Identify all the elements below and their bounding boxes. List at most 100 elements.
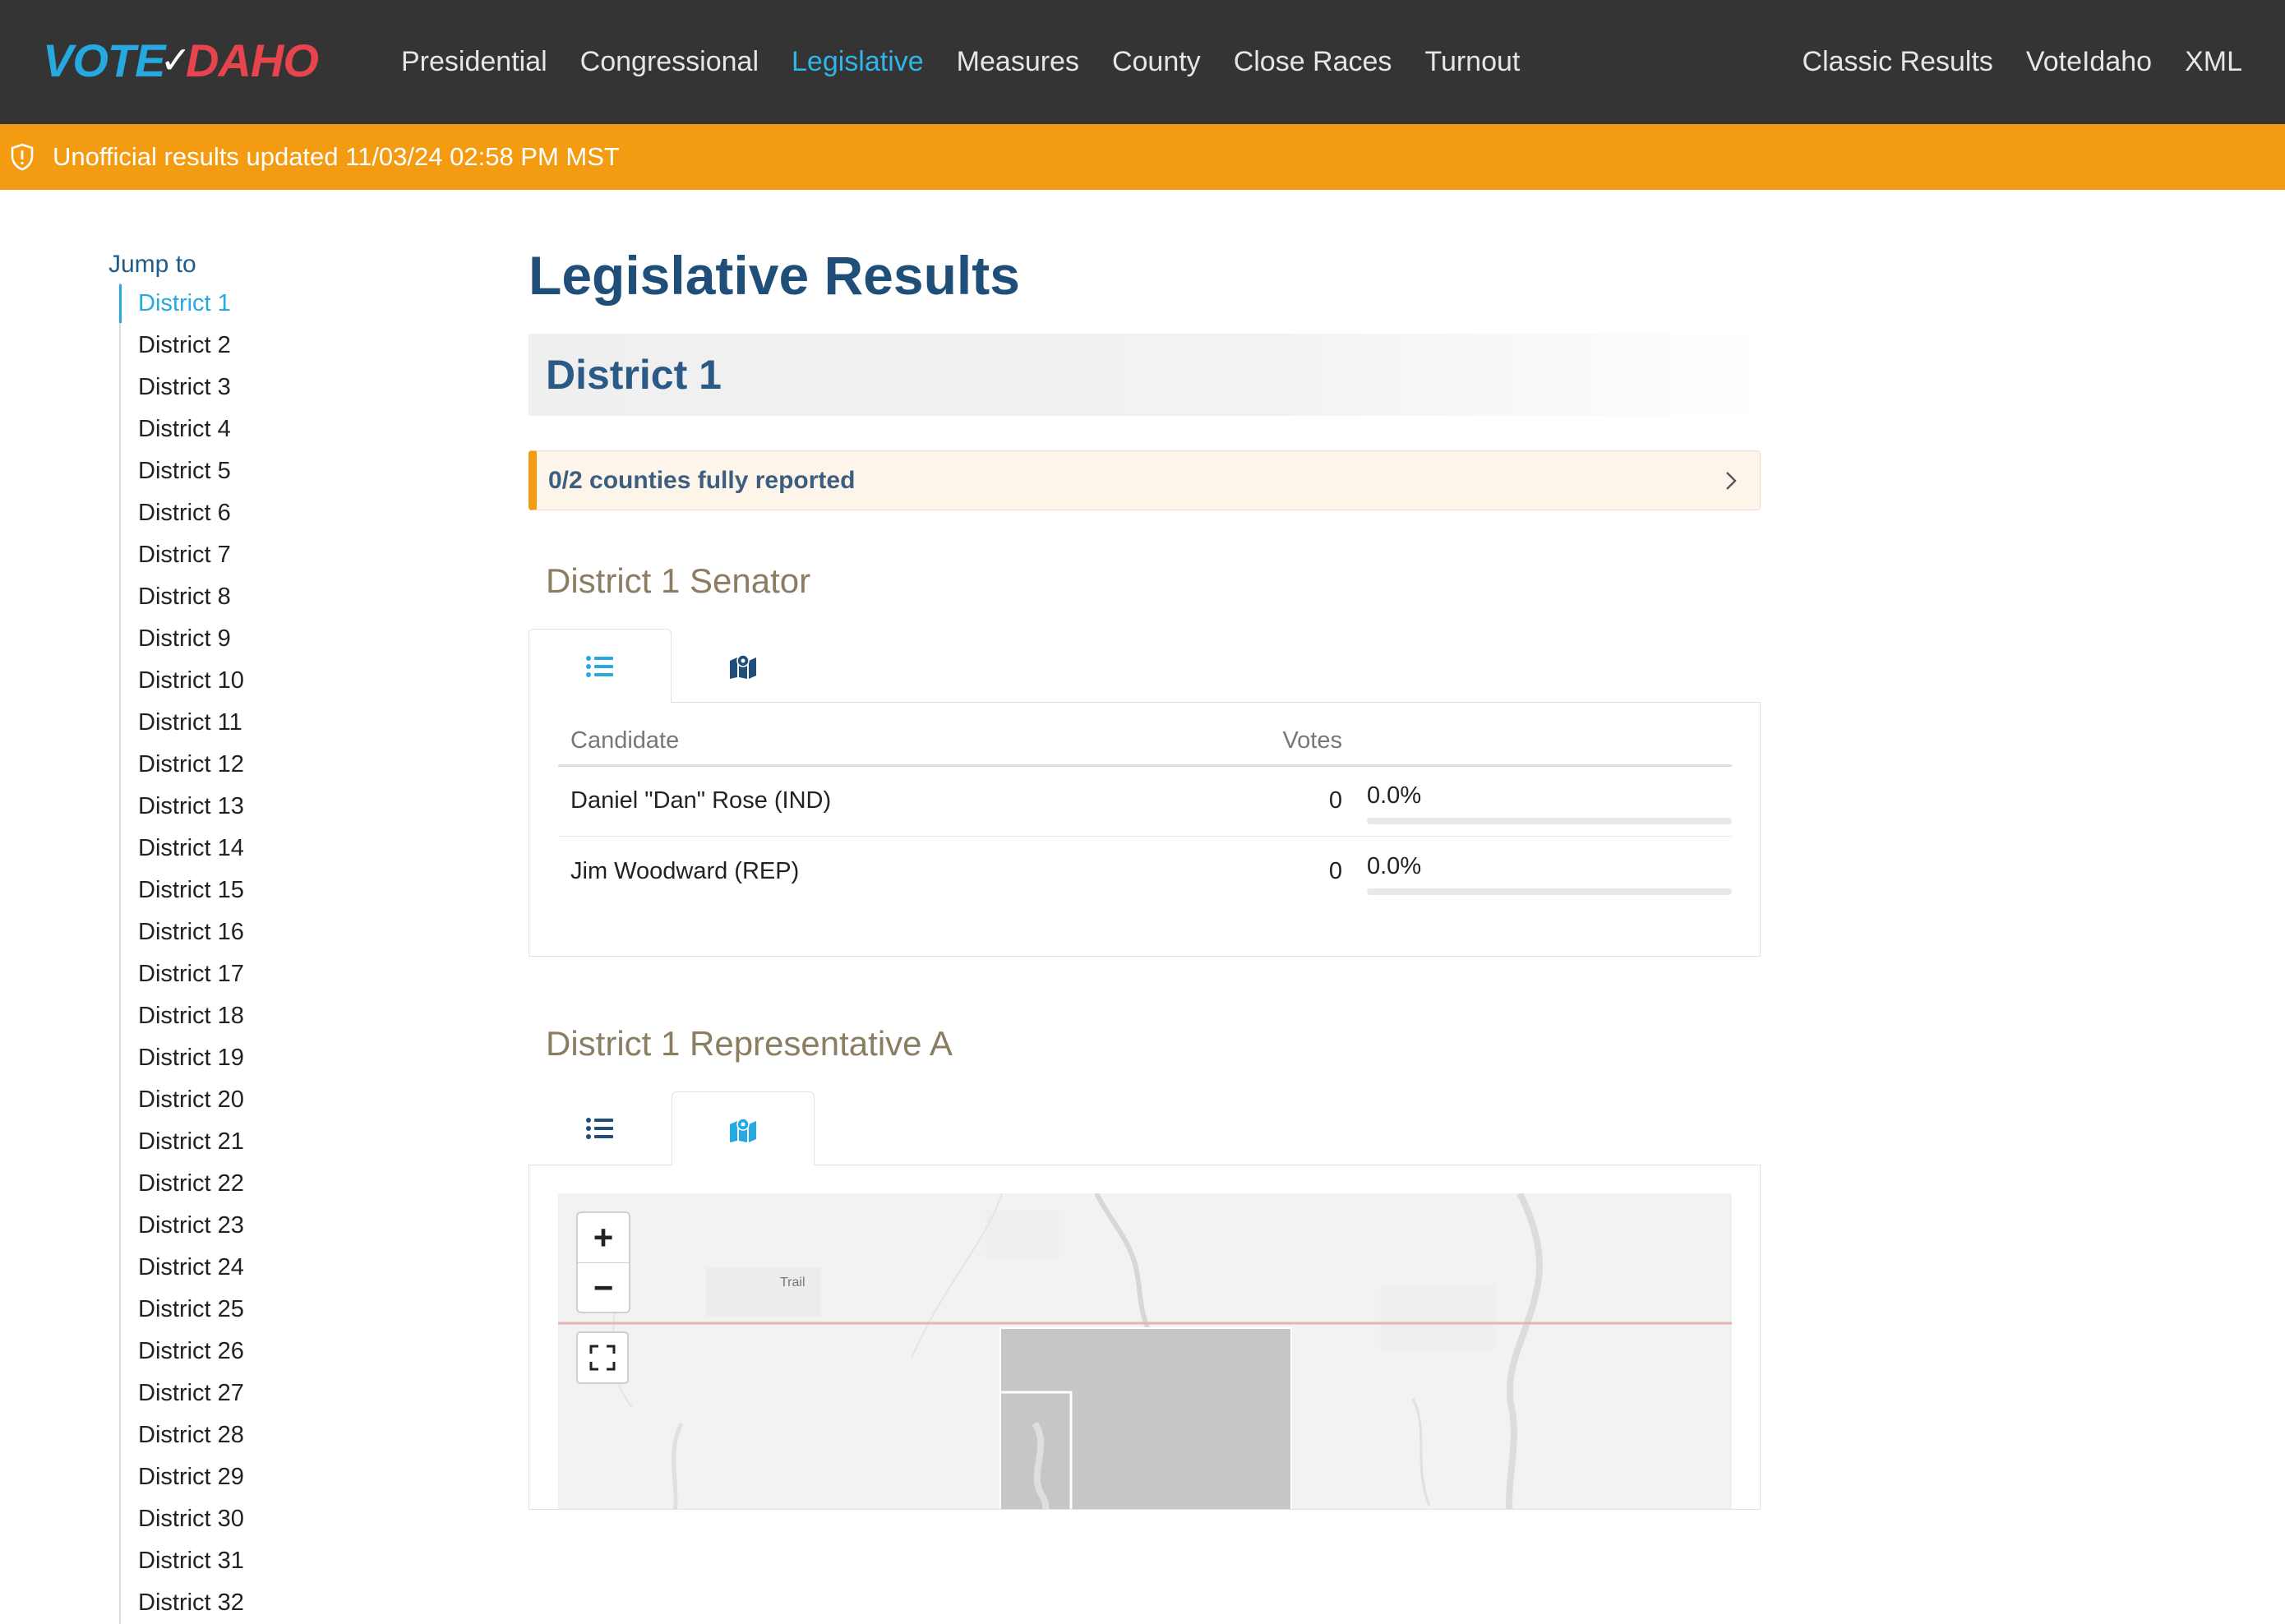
sidebar-item-district-13[interactable]: District 13 [121,786,454,828]
sidebar-item-district-9[interactable]: District 9 [121,618,454,660]
sidebar-item-district-11[interactable]: District 11 [121,702,454,744]
sidebar-item-district-4[interactable]: District 4 [121,408,454,450]
candidate-name: Jim Woodward (REP) [570,857,800,884]
sidebar-item-district-7[interactable]: District 7 [121,534,454,576]
candidate-percent: 0.0% [1367,782,1422,809]
logo-vote-text: VOTE [43,34,165,86]
sidebar-item-district-24[interactable]: District 24 [121,1247,454,1289]
sidebar-item-district-3[interactable]: District 3 [121,367,454,408]
fullscreen-icon [589,1345,616,1371]
nav-congressional[interactable]: Congressional [564,46,775,78]
sidebar-item-district-15[interactable]: District 15 [121,870,454,911]
race-2-tabs [529,1091,1761,1165]
nav-measures[interactable]: Measures [940,46,1096,78]
tab-list-view[interactable] [529,1091,672,1165]
table-row: Jim Woodward (REP) 0 0.0% [558,836,1732,907]
district-list: District 1 District 2 District 3 Distric… [119,283,454,1624]
page-title: Legislative Results [529,245,1020,306]
map-icon [730,1117,756,1142]
list-icon [586,655,613,677]
sidebar-item-district-30[interactable]: District 30 [121,1498,454,1540]
sidebar-item-district-10[interactable]: District 10 [121,660,454,702]
sidebar-item-district-29[interactable]: District 29 [121,1456,454,1498]
vote-share-bar [1367,888,1732,895]
results-table: Candidate Votes Daniel "Dan" Rose (IND) … [558,717,1732,907]
race-1-results-panel: Candidate Votes Daniel "Dan" Rose (IND) … [529,702,1761,957]
sidebar-item-district-12[interactable]: District 12 [121,744,454,786]
map-icon [730,654,756,679]
nav-voteidaho[interactable]: VoteIdaho [2010,46,2168,78]
top-navbar: VOTE ✓ DAHO Presidential Congressional L… [0,0,2285,124]
unofficial-results-alert: Unofficial results updated 11/03/24 02:5… [0,124,2285,190]
race-1-tabs [529,629,1761,703]
tab-list-view[interactable] [529,629,672,703]
sidebar-item-district-18[interactable]: District 18 [121,995,454,1037]
sidebar-item-district-17[interactable]: District 17 [121,953,454,995]
sidebar-item-district-20[interactable]: District 20 [121,1079,454,1121]
map-place-label: Trail [780,1276,806,1290]
column-header-percent [1342,717,1732,767]
district-title: District 1 [546,352,722,398]
sidebar-item-district-26[interactable]: District 26 [121,1331,454,1373]
secondary-nav: Classic Results VoteIdaho XML [1786,0,2259,124]
sidebar-item-district-5[interactable]: District 5 [121,450,454,492]
fullscreen-button[interactable] [576,1331,629,1384]
logo-idaho-text: DAHO [186,34,319,86]
sidebar-item-district-22[interactable]: District 22 [121,1163,454,1205]
sidebar-item-district-25[interactable]: District 25 [121,1289,454,1331]
sidebar-item-district-16[interactable]: District 16 [121,911,454,953]
sidebar-item-district-1[interactable]: District 1 [119,283,454,325]
main-content: Legislative Results District 1 0/2 count… [529,230,1761,1510]
nav-turnout[interactable]: Turnout [1408,46,1536,78]
jump-to-sidebar: Jump to District 1 District 2 District 3… [108,247,454,1624]
voteidaho-logo[interactable]: VOTE ✓ DAHO [43,31,319,89]
sidebar-item-district-27[interactable]: District 27 [121,1373,454,1414]
candidate-name: Daniel "Dan" Rose (IND) [558,765,1179,837]
counties-reported-text: 0/2 counties fully reported [548,466,856,494]
nav-presidential[interactable]: Presidential [385,46,564,78]
sidebar-item-district-21[interactable]: District 21 [121,1121,454,1163]
shield-exclamation-icon [11,143,34,171]
sidebar-item-district-6[interactable]: District 6 [121,492,454,534]
nav-legislative[interactable]: Legislative [775,46,940,78]
zoom-out-button[interactable]: − [578,1262,629,1312]
tab-map-view[interactable] [672,1091,815,1165]
vote-share-bar [1367,818,1732,824]
sidebar-item-district-8[interactable]: District 8 [121,576,454,618]
column-header-votes: Votes [1178,717,1342,767]
candidate-percent: 0.0% [1367,852,1422,879]
jump-to-label: Jump to [108,251,196,278]
candidate-votes: 0 [1178,765,1342,837]
nav-classic-results[interactable]: Classic Results [1786,46,2010,78]
sidebar-item-district-31[interactable]: District 31 [121,1540,454,1582]
chevron-right-icon [1726,471,1737,490]
column-header-candidate: Candidate [558,717,1179,767]
race-title-representative-a: District 1 Representative A [546,1024,953,1063]
alert-text: Unofficial results updated 11/03/24 02:5… [53,142,620,171]
district-map[interactable]: Trail + − [558,1193,1732,1509]
sidebar-item-district-32[interactable]: District 32 [121,1582,454,1624]
sidebar-item-district-2[interactable]: District 2 [121,325,454,367]
sidebar-item-district-14[interactable]: District 14 [121,828,454,870]
candidate-votes: 0 [1328,857,1342,884]
nav-county[interactable]: County [1096,46,1217,78]
candidate-percent-cell: 0.0% [1342,765,1732,837]
race-2-map-panel: Trail + − [529,1165,1761,1510]
table-row: Daniel "Dan" Rose (IND) 0 0.0% [558,765,1732,837]
district-header: District 1 [529,334,1761,416]
zoom-controls: + − [576,1211,630,1313]
sidebar-item-district-23[interactable]: District 23 [121,1205,454,1247]
counties-reported-toggle[interactable]: 0/2 counties fully reported [529,450,1761,510]
sidebar-item-district-19[interactable]: District 19 [121,1037,454,1079]
race-title-senator: District 1 Senator [546,561,811,600]
tab-map-view[interactable] [672,629,815,702]
results-header-row: Candidate Votes [558,717,1732,767]
zoom-in-button[interactable]: + [578,1213,629,1262]
map-basemap [558,1193,1732,1509]
sidebar-item-district-28[interactable]: District 28 [121,1414,454,1456]
nav-close-races[interactable]: Close Races [1217,46,1409,78]
main-nav: Presidential Congressional Legislative M… [385,0,1536,124]
list-icon [586,1118,613,1139]
candidate-percent-cell: 0.0% [1342,836,1732,907]
nav-xml[interactable]: XML [2168,46,2259,78]
